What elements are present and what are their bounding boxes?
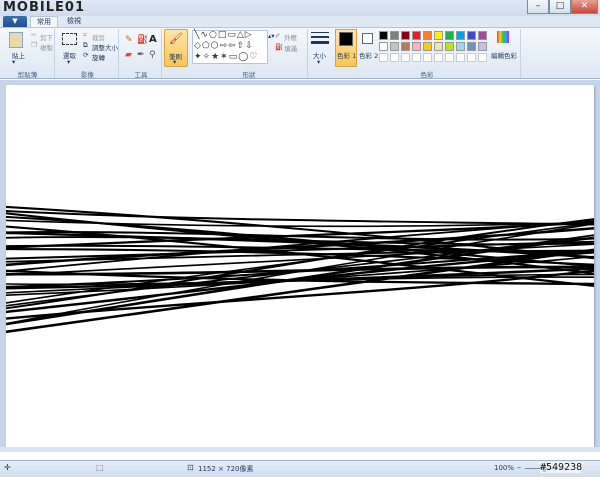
palette-swatch[interactable] (445, 31, 454, 40)
palette-swatch[interactable] (434, 42, 443, 51)
edit-colors-button[interactable]: 編輯色彩 (491, 50, 517, 60)
palette-swatch[interactable] (478, 53, 487, 62)
palette-swatch[interactable] (401, 53, 410, 62)
image-dimensions: 1152 × 720像素 (198, 465, 254, 473)
select-icon[interactable] (62, 33, 77, 45)
outline-button[interactable]: 外框 (284, 32, 297, 42)
shapes-group-label: 形狀 (242, 71, 256, 79)
palette-swatch[interactable] (434, 31, 443, 40)
color1-swatch (339, 32, 353, 46)
brush-icon: 🖌 (169, 32, 183, 45)
cut-button[interactable]: 剪下 (40, 32, 53, 42)
color1-label: 色彩 1 (337, 52, 357, 60)
shapes-row-1[interactable]: ╲∿○□▭△▷ (194, 30, 253, 40)
zoom-level: 100% (494, 464, 515, 472)
rotate-button[interactable]: 旋轉 (92, 52, 105, 62)
canvas-drawing (5, 205, 595, 334)
edit-colors-icon[interactable] (497, 31, 509, 43)
palette-swatch[interactable] (456, 53, 465, 62)
selection-size-icon: ⬚ (96, 463, 104, 472)
tab-bar (0, 16, 600, 27)
fill-shape-icon: ⛽ (275, 43, 284, 51)
shapes-scroll-icon[interactable]: ▴▾ (268, 32, 275, 40)
zoom-out-button[interactable]: – (517, 463, 521, 472)
rotate-icon: ⟳ (83, 51, 89, 59)
tools-group-label: 工具 (134, 71, 148, 79)
image-group-label: 影像 (81, 71, 94, 79)
palette-swatch[interactable] (434, 53, 443, 62)
size-line-3 (311, 41, 329, 44)
color2-swatch[interactable] (362, 33, 373, 44)
size-dropdown-icon[interactable]: ▾ (317, 58, 320, 66)
resize-button[interactable]: 調整大小 (92, 42, 118, 52)
shapes-row-2[interactable]: ◇⬠⬡⇨⇦⇧⇩ (194, 41, 254, 51)
palette-swatch[interactable] (390, 31, 399, 40)
fill-icon[interactable]: ⛽ (137, 35, 148, 45)
brushes-dropdown-icon[interactable]: ▾ (173, 58, 176, 66)
horizontal-scrollbar[interactable] (0, 447, 600, 452)
clipboard-group-label: 剪貼簿 (17, 71, 38, 79)
close-button[interactable]: ✕ (571, 0, 598, 14)
palette-swatch[interactable] (467, 31, 476, 40)
palette-swatch[interactable] (467, 53, 476, 62)
palette-swatch[interactable] (478, 31, 487, 40)
palette-swatch[interactable] (423, 53, 432, 62)
palette-swatch[interactable] (401, 42, 410, 51)
drawing-canvas[interactable] (5, 85, 595, 447)
palette-swatch[interactable] (390, 53, 399, 62)
crop-icon: ⌗ (83, 31, 87, 39)
palette-swatch[interactable] (423, 42, 432, 51)
color-palette (379, 31, 491, 65)
palette-swatch[interactable] (390, 42, 399, 51)
size-line-1 (311, 32, 329, 33)
shapes-row-3[interactable]: ✦✧★✶▭◯♡ (194, 52, 258, 62)
outline-icon: ✐ (275, 32, 281, 40)
palette-swatch[interactable] (445, 42, 454, 51)
colors-group-label: 色彩 (420, 71, 434, 79)
palette-swatch[interactable] (423, 31, 432, 40)
maximize-button[interactable]: □ (549, 0, 571, 14)
palette-swatch[interactable] (412, 31, 421, 40)
watermark-id: #549238 (540, 462, 583, 473)
resize-icon: ⧉ (83, 41, 88, 49)
palette-swatch[interactable] (379, 42, 388, 51)
palette-swatch[interactable] (412, 42, 421, 51)
size-line-2 (311, 36, 329, 38)
file-menu-button[interactable]: ▼ (3, 16, 27, 27)
palette-swatch[interactable] (456, 31, 465, 40)
site-logo: MOBILE01 (3, 0, 85, 15)
image-size-icon: ⊡ (187, 463, 194, 472)
title-bar (0, 0, 600, 16)
eraser-icon[interactable]: ▰ (125, 50, 132, 60)
palette-swatch[interactable] (401, 31, 410, 40)
palette-swatch[interactable] (478, 42, 487, 51)
palette-swatch[interactable] (379, 31, 388, 40)
minimize-button[interactable]: – (527, 0, 549, 14)
copy-button[interactable]: 複製 (40, 42, 53, 52)
paste-icon[interactable] (9, 32, 23, 48)
palette-swatch[interactable] (412, 53, 421, 62)
paste-dropdown-icon[interactable]: ▾ (12, 58, 15, 66)
fill-button[interactable]: 填滿 (284, 43, 297, 53)
tab-view[interactable]: 檢視 (62, 16, 86, 27)
cursor-position-icon: ✛ (4, 463, 11, 472)
text-icon[interactable]: A (149, 34, 157, 45)
palette-swatch[interactable] (456, 42, 465, 51)
select-dropdown-icon[interactable]: ▾ (67, 58, 70, 66)
tab-home[interactable]: 常用 (30, 16, 58, 27)
pencil-icon[interactable]: ✎ (125, 35, 133, 45)
magnifier-icon[interactable]: ⚲ (149, 50, 156, 60)
copy-icon: ❐ (31, 41, 37, 49)
color2-label: 色彩 2 (359, 52, 379, 60)
crop-button[interactable]: 裁剪 (92, 32, 105, 42)
color-picker-icon[interactable]: ✒ (137, 50, 145, 60)
palette-swatch[interactable] (467, 42, 476, 51)
cut-icon: ✂ (31, 31, 37, 39)
palette-swatch[interactable] (445, 53, 454, 62)
palette-swatch[interactable] (379, 53, 388, 62)
